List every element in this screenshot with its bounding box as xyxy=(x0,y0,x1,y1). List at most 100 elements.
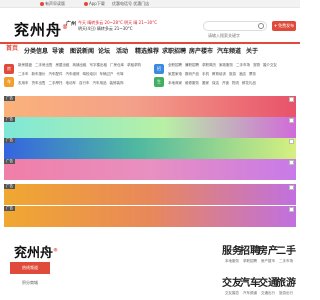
footer-link-title: 交友 xyxy=(222,278,242,289)
ad-tag: 广告 xyxy=(4,138,15,143)
nav-item-events[interactable]: 活动 xyxy=(116,46,128,55)
top-utility-bar: 有声早读版 App下载 优惠电话号 优惠门店 xyxy=(0,0,300,8)
ad-banner[interactable]: 广告 xyxy=(4,117,296,138)
category-link[interactable]: 驾校培训 xyxy=(83,72,97,76)
category-link[interactable]: 代驾 xyxy=(117,72,124,76)
search-input[interactable] xyxy=(208,31,260,40)
topbar-link-app[interactable]: App下载 xyxy=(84,1,105,7)
footer-link-travel[interactable]: 旅游 旅游出行 xyxy=(276,274,296,296)
close-icon[interactable] xyxy=(289,118,294,123)
topbar-link-read[interactable]: 有声早读版 xyxy=(40,1,65,7)
category-row: 二手车 新车报价 汽车配件 汽车维修 驾校培训 车辆过户 代驾 xyxy=(18,72,127,77)
category-link[interactable]: 车辆过户 xyxy=(100,72,114,76)
category-link[interactable]: 装修装饰 xyxy=(110,81,124,85)
ad-banner[interactable]: 广告 xyxy=(4,206,296,227)
footer-link-secondhand[interactable]: 二手 二手市场 xyxy=(276,242,296,264)
footer-link-subtitle: 求职招聘 xyxy=(243,259,257,263)
category-link[interactable]: 汽车用品 xyxy=(93,81,107,85)
category-link[interactable]: 求租求购 xyxy=(127,63,141,67)
footer-tab-points-mall[interactable]: 积分商城 xyxy=(10,280,50,286)
close-icon[interactable] xyxy=(289,139,294,144)
category-link[interactable]: 宠物 xyxy=(253,63,260,67)
category-link[interactable]: 保洁 xyxy=(212,81,219,85)
search-icon[interactable] xyxy=(258,23,264,29)
category-link[interactable]: 二手车 xyxy=(18,72,29,76)
close-icon[interactable] xyxy=(289,185,294,190)
category-link[interactable]: 电动车 xyxy=(66,81,77,85)
footer-link-subtitle: 本地服务 xyxy=(225,259,239,263)
category-link[interactable]: 写字楼出租 xyxy=(90,63,108,67)
category-link[interactable]: 家政服务 xyxy=(219,63,233,67)
category-link[interactable]: 搬家 xyxy=(202,81,209,85)
category-link[interactable]: 本地商家 xyxy=(168,81,182,85)
footer-link-auto[interactable]: 汽车 汽车频道 xyxy=(240,274,260,296)
category-link[interactable]: 货车出售 xyxy=(32,81,46,85)
ad-banner[interactable]: 广告 xyxy=(4,159,296,180)
category-link[interactable]: 二手市场 xyxy=(236,63,250,67)
category-link[interactable]: 商铺出租 xyxy=(73,63,87,67)
publish-button[interactable]: +免费发布信息 xyxy=(272,21,296,38)
close-icon[interactable] xyxy=(289,207,294,212)
topbar-link-app-label: App下载 xyxy=(89,1,105,6)
nav-item-jobs[interactable]: 求职招聘 xyxy=(162,46,186,55)
category-link[interactable]: 开锁 xyxy=(222,81,229,85)
category-link[interactable]: 物流 xyxy=(232,81,239,85)
category-link[interactable]: 厂房仓库 xyxy=(110,63,124,67)
category-link[interactable]: 全职招聘 xyxy=(168,63,182,67)
category-link[interactable]: 婚介交友 xyxy=(263,63,277,67)
speaker-icon xyxy=(40,2,44,6)
category-link[interactable]: 农用车 xyxy=(18,81,29,85)
category-link[interactable]: 维修服务 xyxy=(185,81,199,85)
nav-item-forum[interactable]: 论坛 xyxy=(98,46,110,55)
category-group-right: 招 生 全职招聘 兼职招聘 求职简历 家政服务 二手市场 宠物 婚介交友 家居家电 数码产品手… xyxy=(154,62,294,90)
footer-tab-hotline[interactable]: 热线频道 xyxy=(10,262,50,274)
close-icon[interactable] xyxy=(289,97,294,102)
category-link[interactable]: 二手摩托 xyxy=(49,81,63,85)
nav-item-photo-news[interactable]: 图说新闻 xyxy=(70,46,94,55)
category-link[interactable]: 鲜花礼品 xyxy=(242,81,256,85)
footer-logo[interactable]: 兖州舟® xyxy=(14,242,58,261)
category-link[interactable]: 手机 xyxy=(202,72,209,76)
nav-item-classified[interactable]: 分类信息 xyxy=(24,46,48,55)
category-link[interactable]: 兼职招聘 xyxy=(185,63,199,67)
category-link[interactable]: 票务 xyxy=(249,72,256,76)
nav-item-guide[interactable]: 导读 xyxy=(52,46,64,55)
nav-item-auto[interactable]: 汽车频道 xyxy=(217,46,241,55)
ad-banner[interactable]: 广告 xyxy=(4,96,296,117)
category-link[interactable]: 房屋出租 xyxy=(56,63,70,67)
category-link[interactable]: 家居家电 xyxy=(168,72,182,76)
ad-tag: 广告 xyxy=(4,184,15,189)
category-panel: 房 车 新房楼盘 二手房出售 房屋出租 商铺出租 写字楼出租 厂房仓库 求租求购 二手车 新车… xyxy=(4,62,296,90)
footer-link-jobs[interactable]: 招聘 求职招聘 xyxy=(240,242,260,264)
city-selector[interactable]: 广州 xyxy=(66,20,76,27)
ad-banner[interactable]: 广告 xyxy=(4,138,296,159)
footer-link-transport[interactable]: 交通 交通出行 xyxy=(258,274,278,296)
footer-link-realestate[interactable]: 房产 房产楼市 xyxy=(258,242,278,264)
category-link[interactable]: 汽车维修 xyxy=(66,72,80,76)
footer-link-subtitle: 交通出行 xyxy=(261,291,275,295)
category-link[interactable]: 旅游 xyxy=(229,72,236,76)
category-link[interactable]: 汽车配件 xyxy=(49,72,63,76)
site-logo[interactable]: 兖州舟® xyxy=(14,19,69,40)
footer-link-title: 服务 xyxy=(222,246,242,257)
footer-link-dating[interactable]: 交友 交友婚恋 xyxy=(222,274,242,296)
footer-link-subtitle: 房产楼市 xyxy=(261,259,275,263)
topbar-link-deals[interactable]: 优惠电话号 优惠门店 xyxy=(112,1,149,7)
category-link[interactable]: 教育培训 xyxy=(212,72,226,76)
logo-text: 兖州舟 xyxy=(14,21,63,39)
footer-link-service[interactable]: 服务 本地服务 xyxy=(222,242,242,264)
nav-home[interactable]: 首页 xyxy=(2,42,22,56)
nav-item-about[interactable]: 关于 xyxy=(246,46,258,55)
house-icon: 房 xyxy=(4,64,14,74)
category-link[interactable]: 新车报价 xyxy=(32,72,46,76)
category-link[interactable]: 酒店 xyxy=(239,72,246,76)
category-link[interactable]: 二手房出售 xyxy=(35,63,53,67)
category-link[interactable]: 自行车 xyxy=(79,81,90,85)
close-icon[interactable] xyxy=(289,160,294,165)
nav-item-featured[interactable]: 精选推荐 xyxy=(135,46,159,55)
category-link[interactable]: 数码产品 xyxy=(185,72,199,76)
category-link[interactable]: 新房楼盘 xyxy=(18,63,32,67)
ad-banner[interactable]: 广告 xyxy=(4,184,296,205)
nav-item-realestate[interactable]: 房产楼市 xyxy=(189,46,213,55)
category-link[interactable]: 求职简历 xyxy=(202,63,216,67)
